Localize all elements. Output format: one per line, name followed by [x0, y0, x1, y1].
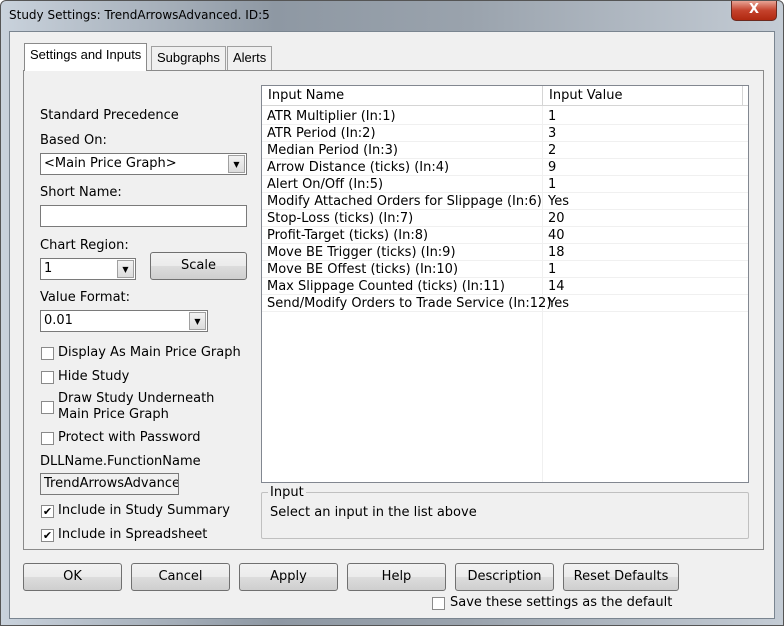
description-button[interactable]: Description: [455, 563, 554, 591]
draw-underneath-label: Draw Study Underneath: [58, 391, 215, 406]
save-default-label: Save these settings as the default: [450, 595, 673, 610]
input-group-title: Input: [268, 485, 306, 500]
table-row[interactable]: Median Period (In:3) 2: [262, 142, 748, 159]
input-name-cell: Max Slippage Counted (ticks) (In:11): [267, 279, 505, 294]
input-name-cell: Median Period (In:3): [267, 143, 398, 158]
based-on-value: <Main Price Graph>: [44, 156, 177, 171]
table-row[interactable]: ATR Period (In:2) 3: [262, 125, 748, 142]
input-value-cell[interactable]: 40: [548, 227, 565, 244]
input-name-cell: Stop-Loss (ticks) (In:7): [267, 211, 414, 226]
tab-subgraphs[interactable]: Subgraphs: [151, 46, 226, 70]
chart-region-value: 1: [44, 261, 53, 276]
display-as-main-checkbox[interactable]: [41, 347, 54, 360]
table-row[interactable]: Send/Modify Orders to Trade Service (In:…: [262, 295, 748, 312]
input-value-cell[interactable]: Yes: [548, 193, 569, 210]
input-name-cell: Arrow Distance (ticks) (In:4): [267, 160, 450, 175]
scale-button[interactable]: Scale: [150, 252, 247, 280]
ok-button[interactable]: OK: [23, 563, 122, 591]
input-value-cell[interactable]: 14: [548, 278, 565, 295]
chart-region-label: Chart Region:: [40, 238, 129, 253]
table-row[interactable]: Modify Attached Orders for Slippage (In:…: [262, 193, 748, 210]
input-value-cell[interactable]: 18: [548, 244, 565, 261]
hide-study-label: Hide Study: [58, 369, 130, 384]
input-value-cell[interactable]: 20: [548, 210, 565, 227]
include-summary-label: Include in Study Summary: [58, 503, 230, 518]
chevron-down-icon: ▼: [228, 155, 245, 173]
table-row[interactable]: Move BE Offest (ticks) (In:10) 1: [262, 261, 748, 278]
input-name-cell: Alert On/Off (In:5): [267, 177, 384, 192]
input-name-cell: ATR Multiplier (In:1): [267, 109, 396, 124]
window-title: Study Settings: TrendArrowsAdvanced. ID:…: [9, 8, 270, 22]
table-row[interactable]: Alert On/Off (In:5) 1: [262, 176, 748, 193]
input-name-cell: Profit-Target (ticks) (In:8): [267, 228, 429, 243]
include-spreadsheet-checkbox[interactable]: ✔: [41, 529, 54, 542]
table-row[interactable]: ATR Multiplier (In:1) 1: [262, 108, 748, 125]
table-row[interactable]: Move BE Trigger (ticks) (In:9) 18: [262, 244, 748, 261]
include-summary-checkbox[interactable]: ✔: [41, 505, 54, 518]
input-name-cell: Move BE Offest (ticks) (In:10): [267, 262, 459, 277]
input-value-cell[interactable]: 3: [548, 125, 556, 142]
save-default-checkbox[interactable]: [432, 597, 445, 610]
inputs-table: Input Name Input Value ATR Multiplier (I…: [261, 85, 749, 483]
reset-defaults-button[interactable]: Reset Defaults: [563, 563, 679, 591]
short-name-input[interactable]: [40, 205, 247, 227]
column-header-input-value[interactable]: Input Value: [543, 86, 743, 106]
study-settings-window: Study Settings: TrendArrowsAdvanced. ID:…: [0, 0, 784, 626]
table-header: Input Name Input Value: [262, 86, 748, 106]
table-row[interactable]: Profit-Target (ticks) (In:8) 40: [262, 227, 748, 244]
input-groupbox: Input Select an input in the list above: [261, 485, 749, 539]
short-name-label: Short Name:: [40, 185, 122, 200]
input-name-cell: Move BE Trigger (ticks) (In:9): [267, 245, 456, 260]
input-value-cell[interactable]: 9: [548, 159, 556, 176]
column-header-input-name[interactable]: Input Name: [262, 86, 543, 106]
input-value-cell[interactable]: 2: [548, 142, 556, 159]
close-button[interactable]: X: [731, 1, 777, 21]
input-value-cell[interactable]: Yes: [548, 295, 569, 312]
value-format-select[interactable]: 0.01 ▼: [40, 310, 208, 332]
cancel-button[interactable]: Cancel: [131, 563, 230, 591]
value-format-value: 0.01: [44, 313, 73, 328]
display-as-main-label: Display As Main Price Graph: [58, 345, 241, 360]
apply-button[interactable]: Apply: [239, 563, 338, 591]
input-value-cell[interactable]: 1: [548, 176, 556, 193]
standard-precedence-label: Standard Precedence: [40, 108, 179, 123]
table-row[interactable]: Max Slippage Counted (ticks) (In:11) 14: [262, 278, 748, 295]
dll-label: DLLName.FunctionName: [40, 454, 201, 469]
chevron-down-icon: ▼: [117, 260, 134, 278]
dialog-client: Settings and Inputs Subgraphs Alerts Sta…: [9, 31, 775, 619]
chart-region-select[interactable]: 1 ▼: [40, 258, 136, 280]
value-format-label: Value Format:: [40, 290, 131, 305]
input-description: Select an input in the list above: [270, 505, 477, 520]
input-name-cell: Send/Modify Orders to Trade Service (In:…: [267, 296, 552, 311]
protect-password-checkbox[interactable]: [41, 432, 54, 445]
input-name-cell: Modify Attached Orders for Slippage (In:…: [267, 194, 542, 209]
include-spreadsheet-label: Include in Spreadsheet: [58, 527, 208, 542]
input-name-cell: ATR Period (In:2): [267, 126, 376, 141]
help-button[interactable]: Help: [347, 563, 446, 591]
based-on-select[interactable]: <Main Price Graph> ▼: [40, 153, 247, 175]
protect-password-label: Protect with Password: [58, 430, 201, 445]
settings-panel: Standard Precedence Based On: <Main Pric…: [23, 70, 764, 550]
table-row[interactable]: Stop-Loss (ticks) (In:7) 20: [262, 210, 748, 227]
draw-underneath-label-line2: Main Price Graph: [58, 407, 169, 422]
input-value-cell[interactable]: 1: [548, 108, 556, 125]
draw-underneath-checkbox[interactable]: [41, 401, 54, 414]
tab-alerts[interactable]: Alerts: [227, 46, 273, 70]
dll-function-name-field: TrendArrowsAdvanced: [40, 473, 179, 495]
hide-study-checkbox[interactable]: [41, 371, 54, 384]
chevron-down-icon: ▼: [189, 312, 206, 330]
input-value-cell[interactable]: 1: [548, 261, 556, 278]
tab-settings-and-inputs[interactable]: Settings and Inputs: [24, 43, 148, 71]
based-on-label: Based On:: [40, 133, 107, 148]
table-row[interactable]: Arrow Distance (ticks) (In:4) 9: [262, 159, 748, 176]
